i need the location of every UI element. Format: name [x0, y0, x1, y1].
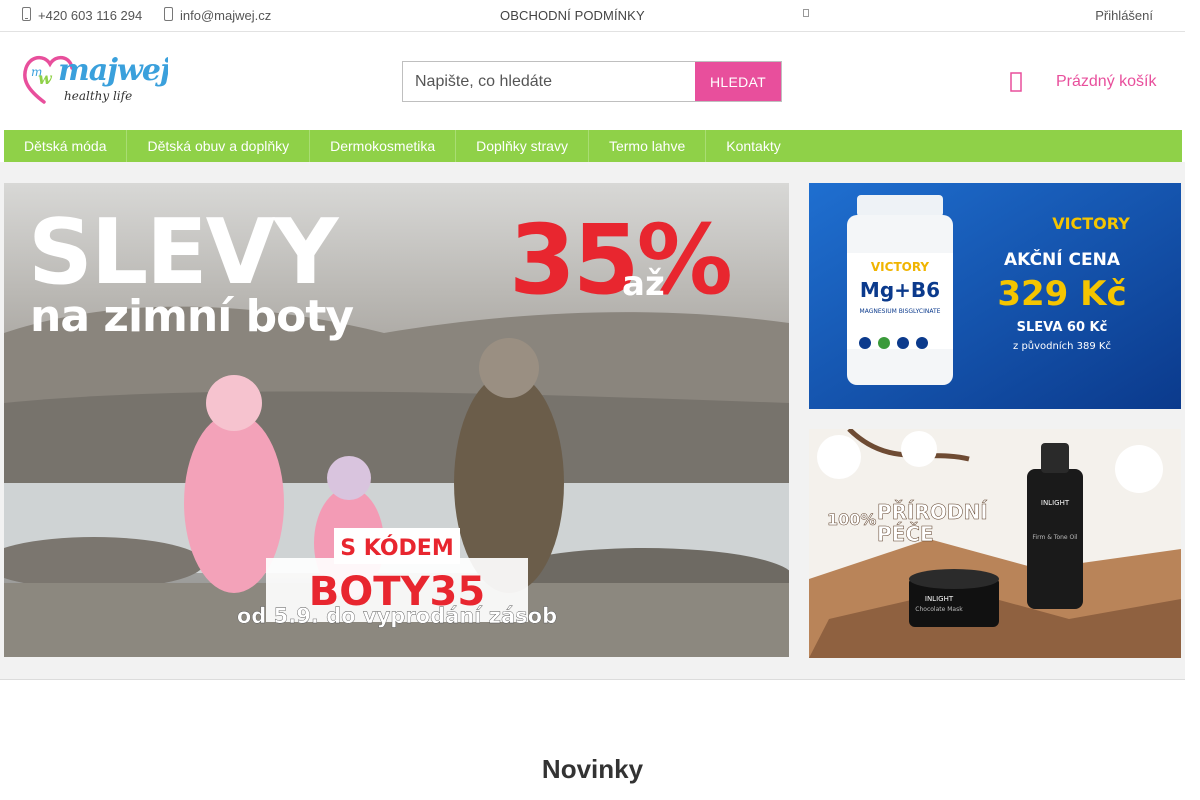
terms-link[interactable]: OBCHODNÍ PODMÍNKY [500, 8, 645, 23]
nav-item-contacts[interactable]: Kontakty [706, 130, 800, 162]
nav-item-kids-fashion[interactable]: Dětská móda [4, 130, 128, 162]
victory-price: 329 Kč [997, 274, 1126, 314]
mail-icon [162, 7, 174, 24]
svg-text:majwej: majwej [58, 53, 168, 88]
site-logo[interactable]: m w majwej healthy life [22, 50, 172, 110]
banner-discount-prefix: až [622, 264, 665, 304]
header: m w majwej healthy life HLEDAT Prázdný k… [0, 32, 1185, 130]
victory-brand: VICTORY [1052, 214, 1130, 233]
new-products-title: Novinky [541, 754, 644, 784]
search-button[interactable]: HLEDAT [695, 62, 781, 101]
separator-icon [803, 9, 809, 17]
logo-graphic: m w majwej healthy life [23, 53, 172, 104]
natural-text-natural: PŘÍRODNÍ [877, 500, 988, 524]
login-link[interactable]: Přihlášení [1095, 8, 1153, 23]
winter-shoes-banner-image: SLEVY na zimní boty 35% až S KÓDEM BOTY3… [4, 183, 789, 657]
product-1-name: Chocolate Mask [915, 606, 963, 613]
banner-area: SLEVY na zimní boty 35% až S KÓDEM BOTY3… [0, 162, 1185, 680]
svg-text:healthy life: healthy life [64, 89, 132, 103]
main-nav: Dětská móda Dětská obuv a doplňky Dermok… [4, 130, 1182, 162]
phone-number[interactable]: +420 603 116 294 [38, 8, 142, 23]
product-name: Mg+B6 [860, 278, 940, 302]
product-brand: VICTORY [871, 260, 930, 274]
cart-icon [1010, 72, 1028, 92]
banner-validity: od 5.9. do vyprodání zásob [237, 604, 557, 628]
search-input[interactable] [403, 62, 695, 101]
victory-magnesium-banner[interactable]: VICTORY Mg+B6 MAGNESIUM BISGLYCINATE VIC… [809, 183, 1181, 409]
natural-text-100: 100% [827, 510, 876, 529]
nav-item-thermo-bottles[interactable]: Termo lahve [589, 130, 707, 162]
banner-subline: na zimní boty [30, 291, 353, 342]
product-2-name: Firm & Tone Oil [1032, 534, 1077, 541]
victory-banner-image: VICTORY Mg+B6 MAGNESIUM BISGLYCINATE VIC… [809, 183, 1181, 409]
phone-contact[interactable]: +420 603 116 294 [20, 7, 142, 24]
bottle-brand: INLIGHT [1041, 499, 1070, 507]
victory-discount: SLEVA 60 Kč [1017, 320, 1108, 335]
victory-promo: AKČNÍ CENA [1004, 248, 1121, 270]
cart-label: Prázdný košík [1056, 73, 1157, 90]
natural-text-care: PÉČE [877, 522, 934, 546]
cart-link[interactable]: Prázdný košík [1010, 72, 1156, 92]
nav-item-supplements[interactable]: Doplňky stravy [456, 130, 589, 162]
banner-code-label: S KÓDEM [340, 535, 453, 561]
search-box: HLEDAT [402, 61, 782, 102]
winter-shoes-banner[interactable]: SLEVY na zimní boty 35% až S KÓDEM BOTY3… [4, 183, 789, 657]
phone-icon [20, 7, 32, 24]
email-contact[interactable]: info@majwej.cz [162, 7, 271, 24]
top-bar: +420 603 116 294 info@majwej.cz OBCHODNÍ… [0, 0, 1185, 32]
nav-item-dermocosmetics[interactable]: Dermokosmetika [310, 130, 457, 162]
banner-discount: 35% [509, 204, 731, 316]
svg-text:w: w [38, 69, 53, 88]
nav-item-kids-shoes[interactable]: Dětská obuv a doplňky [127, 130, 311, 162]
natural-care-banner-image: Firm & Tone Oil INLIGHT INLIGHT Chocolat… [809, 429, 1181, 658]
product-desc: MAGNESIUM BISGLYCINATE [860, 308, 941, 315]
banner-headline: SLEVY [28, 200, 340, 305]
jar-brand: INLIGHT [925, 595, 954, 603]
email-address[interactable]: info@majwej.cz [180, 8, 271, 23]
natural-care-banner[interactable]: Firm & Tone Oil INLIGHT INLIGHT Chocolat… [809, 429, 1181, 658]
victory-original: z původních 389 Kč [1013, 340, 1111, 352]
